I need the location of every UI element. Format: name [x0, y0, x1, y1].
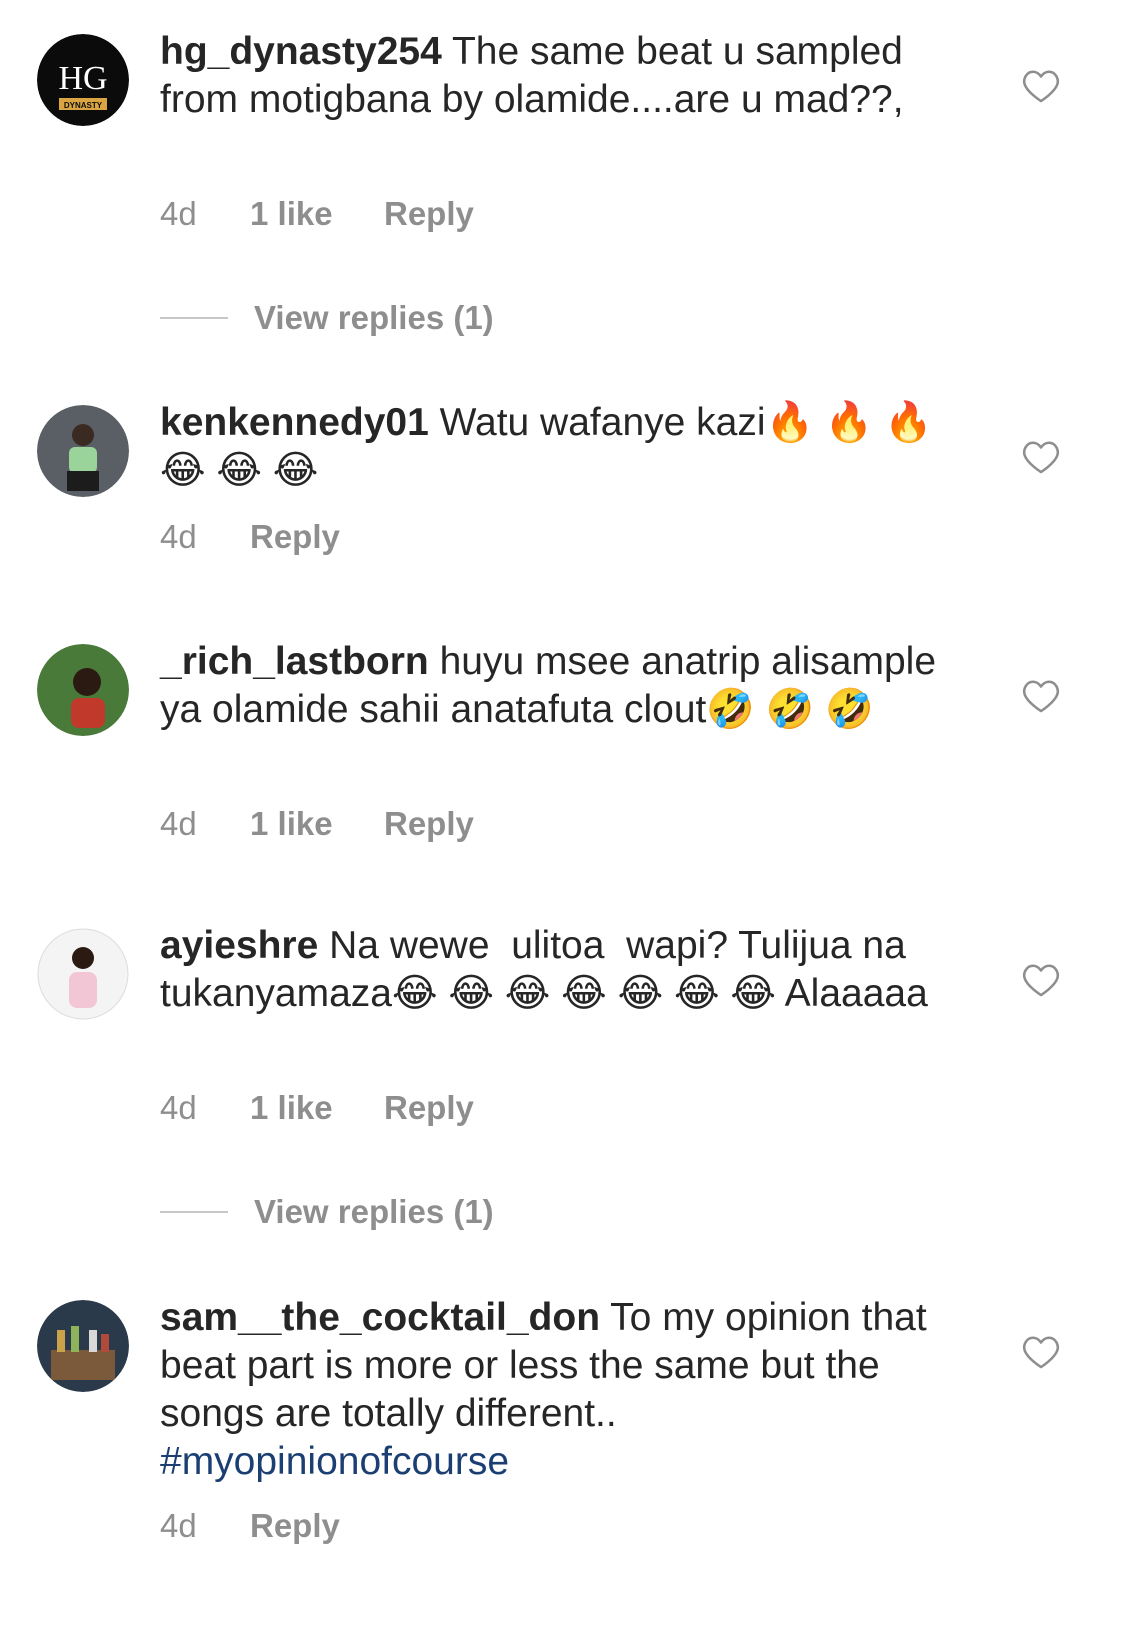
comment-meta: 4d 1 like Reply [160, 1088, 474, 1128]
comment-text: ayieshre Na wewe ulitoa wapi? Tulijua na… [160, 922, 940, 1018]
avatar[interactable]: HG DYNASTY [37, 34, 129, 126]
comment-username[interactable]: kenkennedy01 [160, 401, 429, 444]
svg-text:HG: HG [58, 60, 107, 97]
comment-time: 4d [160, 1507, 197, 1544]
heart-outline-icon[interactable] [1022, 439, 1060, 475]
reply-button[interactable]: Reply [250, 1507, 340, 1545]
reply-button[interactable]: Reply [384, 1089, 474, 1127]
comment-likes[interactable]: 1 like [250, 805, 384, 843]
view-replies-button[interactable]: View replies (1) [160, 298, 494, 338]
avatar[interactable] [37, 928, 129, 1020]
view-replies-label: View replies (1) [254, 1193, 494, 1230]
comment-meta: 4d Reply [160, 517, 340, 557]
comment-meta: 4d 1 like Reply [160, 194, 474, 234]
avatar[interactable] [37, 644, 129, 736]
comment-meta: 4d Reply [160, 1506, 340, 1546]
comment-time: 4d [160, 518, 197, 555]
svg-text:DYNASTY: DYNASTY [64, 101, 103, 110]
view-replies-button[interactable]: View replies (1) [160, 1192, 494, 1232]
comment-text: hg_dynasty254 The same beat u sampled fr… [160, 28, 940, 124]
view-replies-divider [160, 1211, 228, 1213]
reply-button[interactable]: Reply [384, 195, 474, 233]
heart-outline-icon[interactable] [1022, 1334, 1060, 1370]
comment-username[interactable]: _rich_lastborn [160, 640, 429, 683]
comment-text: sam__the_cocktail_don To my opinion that… [160, 1294, 940, 1486]
avatar[interactable] [37, 1300, 129, 1392]
comment-username[interactable]: hg_dynasty254 [160, 30, 442, 73]
comment-text: _rich_lastborn huyu msee anatrip alisamp… [160, 638, 940, 734]
heart-outline-icon[interactable] [1022, 962, 1060, 998]
comment-time: 4d [160, 805, 197, 842]
comment-likes[interactable]: 1 like [250, 195, 384, 233]
comment-hashtag[interactable]: #myopinionofcourse [160, 1440, 509, 1483]
comment-likes[interactable]: 1 like [250, 1089, 384, 1127]
avatar[interactable] [37, 405, 129, 497]
comment-time: 4d [160, 1089, 197, 1126]
reply-button[interactable]: Reply [250, 518, 340, 556]
view-replies-label: View replies (1) [254, 299, 494, 336]
reply-button[interactable]: Reply [384, 805, 474, 843]
heart-outline-icon[interactable] [1022, 678, 1060, 714]
comment-time: 4d [160, 195, 197, 232]
comment-username[interactable]: ayieshre [160, 924, 318, 967]
comment-meta: 4d 1 like Reply [160, 804, 474, 844]
heart-outline-icon[interactable] [1022, 68, 1060, 104]
comment-text: kenkennedy01 Watu wafanye kazi🔥 🔥 🔥 😂 😂 … [160, 399, 940, 495]
comment-username[interactable]: sam__the_cocktail_don [160, 1296, 600, 1339]
view-replies-divider [160, 317, 228, 319]
